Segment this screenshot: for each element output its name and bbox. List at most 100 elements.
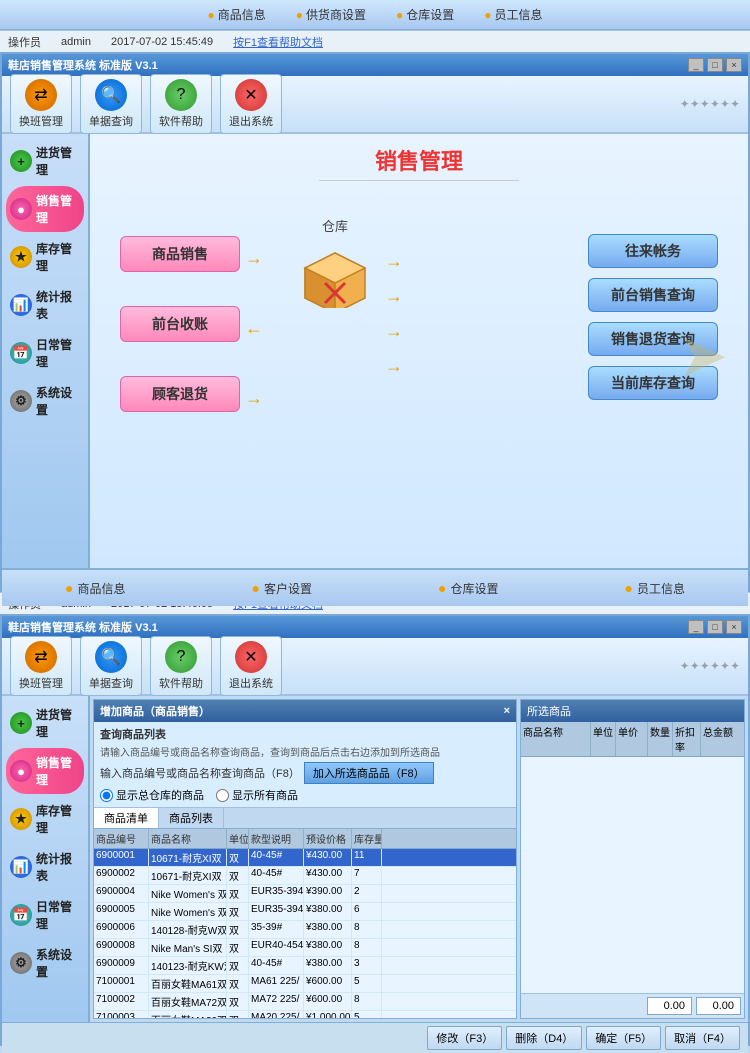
win1-restore[interactable]: □	[707, 58, 723, 72]
top-nav-supplier[interactable]: ● 供货商设置	[296, 6, 366, 23]
sidebar-item-sales[interactable]: ● 销售管理	[6, 186, 84, 232]
dialog-header: 增加商品（商品销售） ×	[94, 700, 516, 722]
top-nav-employee-bullet: ●	[484, 8, 491, 22]
table-row[interactable]: 7100001百丽女鞋MA61双双MA61 225/¥600.005	[94, 975, 516, 993]
add-selected-button[interactable]: 加入所选商品品（F8）	[304, 762, 434, 784]
table-cell: 双	[227, 867, 249, 884]
delete-button[interactable]: 删除（D4）	[506, 1026, 582, 1050]
table-row[interactable]: 6900009140123-耐克KW双双40-45#¥380.003	[94, 957, 516, 975]
box-ledger[interactable]: 往来帐务	[588, 234, 718, 268]
radio-all-input[interactable]	[216, 789, 229, 802]
win1-minimize[interactable]: _	[688, 58, 704, 72]
bottom-nav-employee[interactable]: ● 员工信息	[625, 580, 685, 597]
cancel-button[interactable]: 取消（F4）	[665, 1026, 740, 1050]
search-title: 查询商品列表	[100, 726, 510, 742]
table-cell: ¥430.00	[304, 867, 352, 884]
win2-sidebar-daily[interactable]: 📅 日常管理	[6, 892, 84, 938]
modify-button[interactable]: 修改（F3）	[427, 1026, 502, 1050]
win2-restore[interactable]: □	[707, 620, 723, 634]
win2-sidebar-reports[interactable]: 📊 统计报表	[6, 844, 84, 890]
table-row[interactable]: 7100002百丽女鞋MA72双双MA72 225/¥600.008	[94, 993, 516, 1011]
win2-sidebar-settings[interactable]: ⚙ 系统设置	[6, 940, 84, 986]
sidebar-item-inventory[interactable]: ★ 库存管理	[6, 234, 84, 280]
radio-all[interactable]: 显示所有商品	[216, 787, 298, 803]
product-table: 商品编号 商品名称 单位 款型说明 预设价格 库存量 690000110671-…	[94, 829, 516, 1018]
title-divider	[319, 180, 519, 181]
sidebar-item-settings[interactable]: ⚙ 系统设置	[6, 378, 84, 424]
bottom-nav-goods[interactable]: ● 商品信息	[65, 580, 125, 597]
table-row[interactable]: 690000210671-耐克XI双双40-45#¥430.007	[94, 867, 516, 885]
star-icon: ★	[10, 246, 32, 268]
exit-icon: ✕	[235, 79, 267, 111]
top-nav-employee[interactable]: ● 员工信息	[484, 6, 542, 23]
table-cell: 10671-耐克XI双	[149, 849, 227, 866]
right-header-unit: 单位	[591, 722, 616, 756]
tab-product-catalog[interactable]: 商品列表	[159, 808, 224, 828]
top-nav-warehouse[interactable]: ● 仓库设置	[396, 6, 454, 23]
tab-product-list[interactable]: 商品清单	[94, 808, 159, 828]
win2-minimize[interactable]: _	[688, 620, 704, 634]
table-row[interactable]: 6900008Nike Man's SI双双EUR40-454¥380.008	[94, 939, 516, 957]
table-row[interactable]: 6900005Nike Women's 双双EUR35-394¥380.006	[94, 903, 516, 921]
confirm-button[interactable]: 确定（F5）	[586, 1026, 661, 1050]
exit-button[interactable]: ✕ 退出系统	[220, 74, 282, 134]
win2-help-btn[interactable]: ? 软件帮助	[150, 636, 212, 696]
sidebar-item-reports[interactable]: 📊 统计报表	[6, 282, 84, 328]
header-unit: 单位	[227, 829, 249, 848]
help-1[interactable]: 按F1查看帮助文档	[233, 34, 323, 50]
table-cell: 11	[352, 849, 382, 866]
box-product-sales[interactable]: 商品销售	[120, 236, 240, 272]
status-bar-1: 操作员 admin 2017-07-02 15:45:49 按F1查看帮助文档	[0, 30, 750, 52]
shift-mgmt-button[interactable]: ⇄ 换班管理	[10, 74, 72, 134]
win2-controls: _ □ ×	[688, 620, 742, 634]
bottom-nav-warehouse[interactable]: ● 仓库设置	[438, 580, 498, 597]
top-nav-goods[interactable]: ● 商品信息	[207, 6, 265, 23]
table-cell: 双	[227, 975, 249, 992]
sidebar-item-purchase[interactable]: + 进货管理	[6, 138, 84, 184]
bottom-nav-customer[interactable]: ● 客户设置	[252, 580, 312, 597]
radio-warehouse[interactable]: 显示总仓库的商品	[100, 787, 204, 803]
shift-label: 换班管理	[19, 113, 63, 129]
win2-exit-icon: ✕	[235, 641, 267, 673]
table-cell: EUR35-394	[249, 885, 304, 902]
dialog-left-panel: 增加商品（商品销售） × 查询商品列表 请输入商品编号或商品名称查询商品，查询到…	[93, 699, 517, 1019]
win2-query-btn[interactable]: 🔍 单据查询	[80, 636, 142, 696]
table-cell: 双	[227, 849, 249, 866]
sidebar-item-daily[interactable]: 📅 日常管理	[6, 330, 84, 376]
win2-exit-btn[interactable]: ✕ 退出系统	[220, 636, 282, 696]
table-cell: 140128-耐克W双	[149, 921, 227, 938]
win1-close[interactable]: ×	[726, 58, 742, 72]
table-cell: 双	[227, 885, 249, 902]
box-front-desk[interactable]: 前台收账	[120, 306, 240, 342]
table-row[interactable]: 7100003百丽女鞋MA20双双MA20 225/¥1,000.005	[94, 1011, 516, 1018]
win2-sidebar-purchase[interactable]: + 进货管理	[6, 700, 84, 746]
calendar-icon: 📅	[10, 342, 32, 364]
table-row[interactable]: 6900006140128-耐克W双双35-39#¥380.008	[94, 921, 516, 939]
win2-shift-btn[interactable]: ⇄ 换班管理	[10, 636, 72, 696]
table-cell: 35-39#	[249, 921, 304, 938]
query-icon: 🔍	[95, 79, 127, 111]
table-cell: EUR35-394	[249, 903, 304, 920]
table-cell: 40-45#	[249, 867, 304, 884]
table-row[interactable]: 690000110671-耐克XI双双40-45#¥430.0011	[94, 849, 516, 867]
dialog-close-btn[interactable]: ×	[504, 705, 510, 717]
table-cell: ¥380.00	[304, 921, 352, 938]
sales-diagram-title: 销售管理	[100, 144, 738, 176]
win2-sidebar-inventory[interactable]: ★ 库存管理	[6, 796, 84, 842]
table-cell: ¥1,000.00	[304, 1011, 352, 1018]
top-nav-warehouse-bullet: ●	[396, 8, 403, 22]
warehouse-label: 仓库	[295, 216, 375, 235]
box-front-query[interactable]: 前台销售查询	[588, 278, 718, 312]
order-query-button[interactable]: 🔍 单据查询	[80, 74, 142, 134]
operator-label-1: 操作员	[8, 34, 41, 50]
table-cell: 6	[352, 903, 382, 920]
win2-titlebar: 鞋店销售管理系统 标准版 V3.1 _ □ ×	[2, 616, 748, 638]
warehouse-container: 仓库	[295, 216, 375, 311]
box-customer-return[interactable]: 顾客退货	[120, 376, 240, 412]
win2-circle-icon: ●	[10, 760, 32, 782]
table-row[interactable]: 6900004Nike Women's 双双EUR35-394¥390.002	[94, 885, 516, 903]
win2-close[interactable]: ×	[726, 620, 742, 634]
win2-sidebar-sales[interactable]: ● 销售管理	[6, 748, 84, 794]
help-button[interactable]: ? 软件帮助	[150, 74, 212, 134]
radio-warehouse-input[interactable]	[100, 789, 113, 802]
